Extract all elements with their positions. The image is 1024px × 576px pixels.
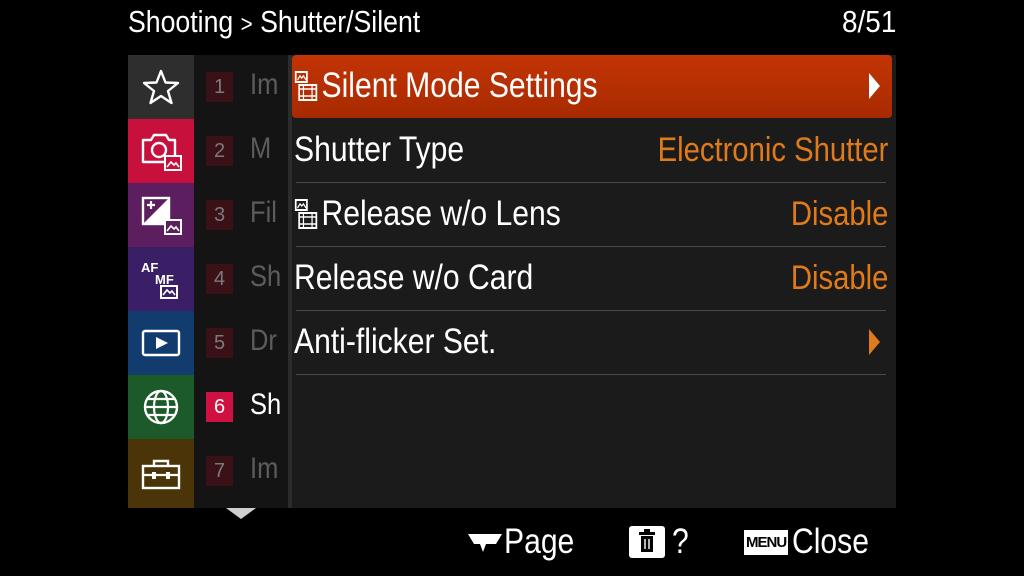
submenu-item[interactable]: 1 Im [194,55,288,119]
submenu-label: Im [250,452,279,485]
tab-setup[interactable] [128,439,194,508]
breadcrumb-page: Shutter/Silent [260,4,421,39]
row-separator [296,374,886,375]
submenu-number: 1 [206,72,233,102]
submenu-label: M [250,132,272,165]
breadcrumb-category: Shooting [128,4,234,39]
tab-focus[interactable]: AF MF [128,247,194,311]
tab-shooting[interactable] [128,119,194,183]
row-label: Release w/o Lens [321,194,561,233]
row-release-without-card[interactable]: Release w/o Card Disable [292,247,892,311]
help-button[interactable]: ? [628,522,691,562]
close-button[interactable]: MENU Close [744,522,882,562]
page-counter: 8/51 [841,4,896,39]
row-value: Disable [790,195,888,233]
page-button[interactable]: Page [466,522,586,562]
submenu-label: Sh [250,260,282,293]
svg-text:MF: MF [155,272,174,287]
submenu-number: 6 [206,392,233,422]
control-wheel-icon [468,534,502,552]
row-label: Shutter Type [294,130,465,169]
footer-bar: Page ? MENU Close [0,520,1024,570]
playback-icon [141,329,181,357]
submenu-list: 1 Im 2M 3 Fil 4 Sh 5 Dr 6 Sh 7 Im [194,55,288,508]
page-label: Page [504,522,575,561]
submenu-label: Fil [250,196,277,229]
tab-exposure-color[interactable] [128,183,194,247]
row-release-without-lens[interactable]: Release w/o Lens Disable [292,183,892,247]
submenu-number: 7 [206,456,233,486]
breadcrumb-separator: > [240,11,253,38]
toolbox-setup-icon [141,459,181,489]
row-label: Silent Mode Settings [321,66,598,105]
star-icon [142,69,180,105]
submenu-item[interactable]: 5 Dr [194,311,288,375]
submenu-item-active[interactable]: 6 Sh [194,375,288,439]
submenu-label: Dr [250,324,277,357]
submenu-number: 5 [206,328,233,358]
camera-photo-icon [141,133,182,171]
scroll-down-icon[interactable] [226,508,256,519]
submenu-item[interactable]: 2M [194,119,288,183]
af-mf-icon: AFMF [141,260,178,299]
close-label: Close [792,522,870,561]
exposure-color-icon [141,196,182,235]
submenu-item[interactable]: 4 Sh [194,247,288,311]
submenu-item[interactable]: 3 Fil [194,183,288,247]
category-tabs: AF MF [128,55,194,508]
tab-favorites[interactable] [128,55,194,119]
row-silent-mode-settings[interactable]: Silent Mode Settings [292,55,892,118]
photo-movie-icon [294,71,318,101]
tab-playback[interactable] [128,311,194,375]
network-globe-icon [143,389,179,425]
menu-button-icon: MENU [744,529,789,555]
row-value: Disable [790,259,888,297]
row-value: Electronic Shutter [657,131,888,169]
row-label: Anti-flicker Set. [294,322,497,361]
submenu-arrow-icon [869,329,880,355]
submenu-label: Im [250,68,279,101]
submenu-number: 2 [206,136,233,166]
help-label: ? [672,522,689,561]
submenu-item[interactable]: 7 Im [194,439,288,503]
tab-network[interactable] [128,375,194,439]
row-shutter-type[interactable]: Shutter Type Electronic Shutter [292,119,892,183]
breadcrumb: Shooting > Shutter/Silent [128,4,420,40]
row-label: Release w/o Card [294,258,534,297]
submenu-label: Sh [250,388,282,421]
submenu-number: 3 [206,200,233,230]
header-bar: Shooting > Shutter/Silent 8/51 [0,0,1024,50]
submenu-number: 4 [206,264,233,294]
submenu-arrow-icon [869,73,880,99]
row-anti-flicker-set[interactable]: Anti-flicker Set. [292,311,892,375]
trash-icon [629,526,665,558]
photo-movie-icon [294,199,318,229]
